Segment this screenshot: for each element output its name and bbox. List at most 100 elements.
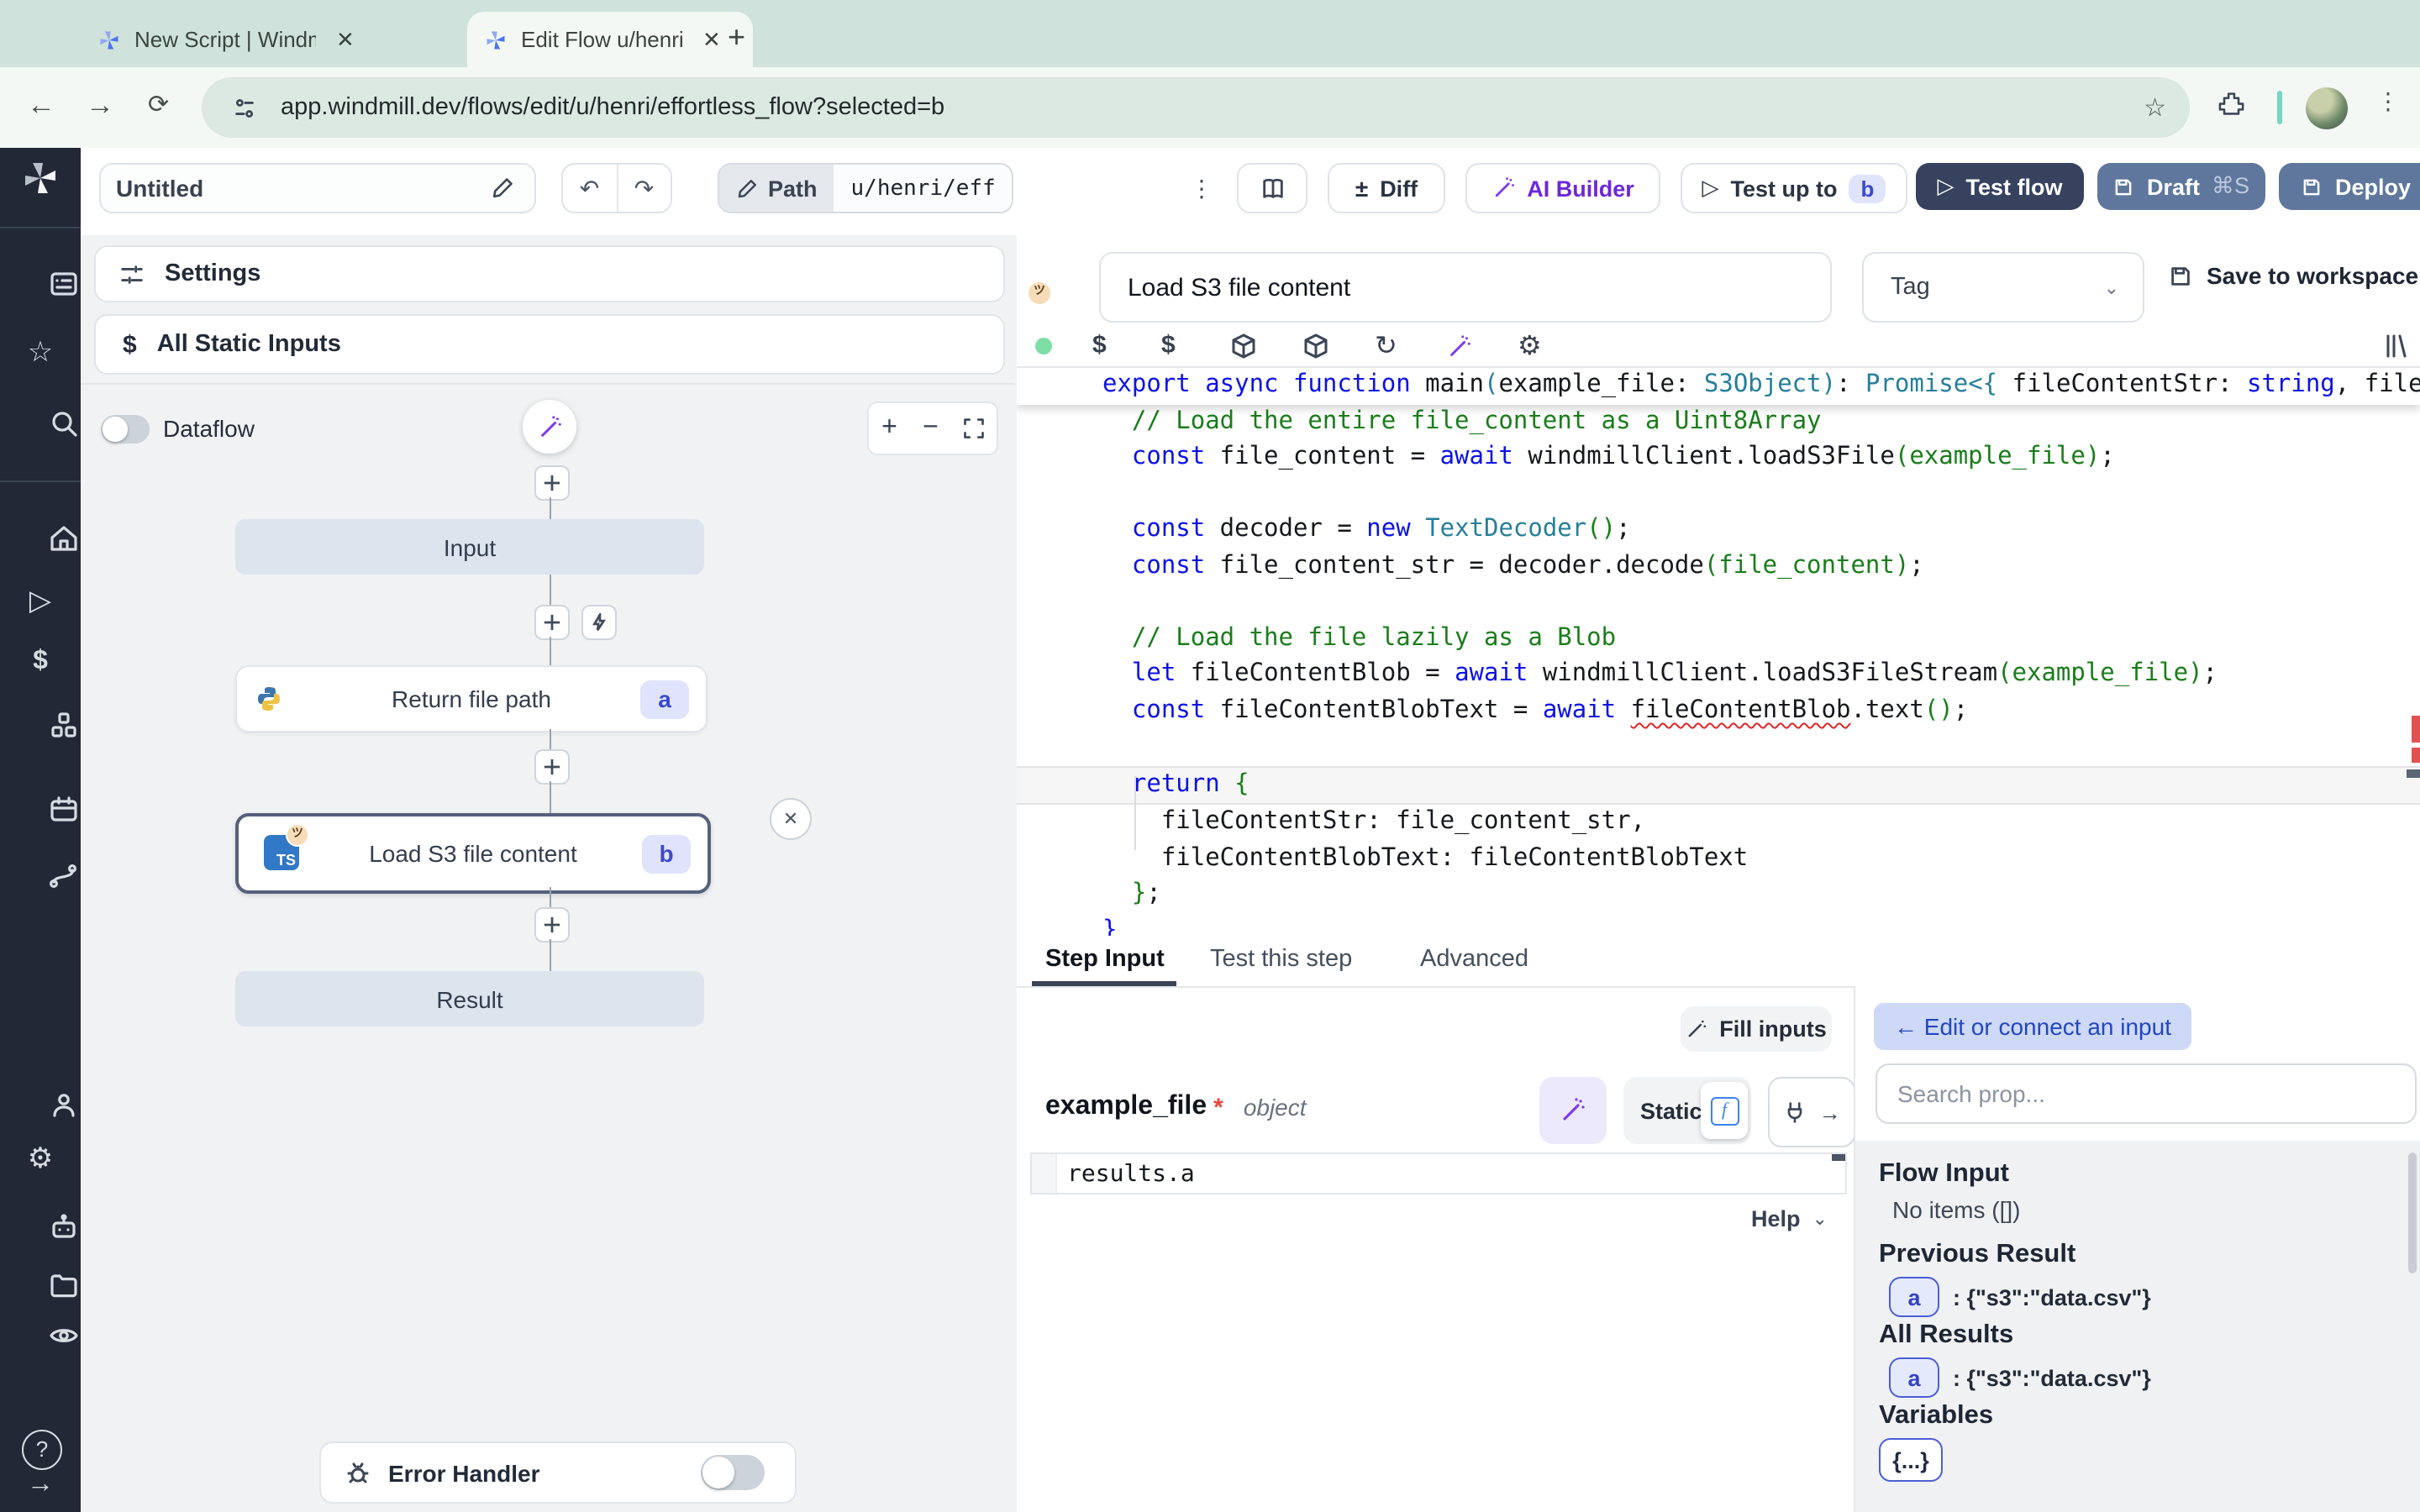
tab-test-this-step[interactable]: Test this step — [1210, 946, 1352, 973]
remove-step-button[interactable]: ✕ — [770, 798, 812, 840]
back-button[interactable]: ← — [27, 89, 55, 123]
zoom-out-button[interactable]: − — [910, 413, 951, 444]
tab-close-icon[interactable]: ✕ — [336, 26, 355, 53]
panel-scrollbar[interactable] — [2408, 1152, 2417, 1273]
fill-inputs-button[interactable]: Fill inputs — [1681, 1006, 1832, 1052]
add-step-button[interactable] — [534, 907, 570, 942]
more-options-icon[interactable]: ⋮ — [1190, 175, 1213, 203]
fit-view-icon[interactable] — [961, 417, 986, 440]
profile-avatar[interactable] — [2306, 87, 2348, 129]
redo-button[interactable]: ↷ — [618, 174, 671, 202]
plus-minus-icon: ± — [1355, 175, 1368, 202]
draft-button[interactable]: Draft ⌘S — [2097, 163, 2265, 210]
static-toggle-group[interactable]: Static f — [1623, 1077, 1751, 1144]
undo-button[interactable]: ↶ — [563, 174, 616, 202]
add-variable-icon[interactable]: $ — [1092, 331, 1107, 360]
tab-title: New Script | Windmill — [134, 27, 316, 52]
bookmark-star-icon[interactable]: ☆ — [2144, 92, 2166, 123]
dataflow-toggle[interactable] — [101, 415, 150, 444]
save-to-workspace-button[interactable]: Save to workspace — [2168, 262, 2418, 289]
flow-settings-button[interactable]: Settings — [94, 245, 1005, 302]
browser-tab-active[interactable]: Edit Flow u/henri/effortless_fl ✕ — [467, 12, 753, 67]
package-icon[interactable] — [1230, 333, 1257, 360]
edit-pencil-icon[interactable] — [491, 176, 514, 200]
all-results-badge[interactable]: a — [1889, 1357, 1939, 1398]
ai-wand-icon[interactable] — [1447, 334, 1472, 360]
javascript-mode-button[interactable]: f — [1701, 1082, 1748, 1139]
add-resource-dollar-icon[interactable]: $ — [1161, 331, 1176, 360]
previous-result-badge[interactable]: a — [1889, 1277, 1939, 1317]
flow-ai-button[interactable] — [523, 400, 576, 454]
rail-divider — [0, 480, 81, 482]
add-step-button[interactable] — [534, 749, 570, 785]
forward-button[interactable]: → — [86, 89, 114, 123]
draft-label: Draft — [2147, 174, 2200, 199]
ai-builder-button[interactable]: AI Builder — [1465, 163, 1660, 213]
edit-or-connect-button[interactable]: ← Edit or connect an input — [1874, 1003, 2191, 1050]
all-static-inputs-button[interactable]: $ All Static Inputs — [94, 314, 1005, 375]
code-editor[interactable]: export async function main(example_file:… — [1017, 368, 2420, 936]
flow-input-node[interactable]: Input — [235, 519, 704, 575]
new-tab-button[interactable]: + — [728, 20, 745, 55]
zoom-in-button[interactable]: + — [869, 413, 910, 444]
flow-step-b-node-selected[interactable]: TSツ Load S3 file content b — [235, 813, 711, 894]
package-icon[interactable] — [1302, 333, 1329, 360]
add-step-button[interactable] — [534, 605, 570, 640]
reload-button[interactable]: ⟳ — [148, 89, 169, 119]
error-handler-card[interactable]: Error Handler — [319, 1441, 797, 1504]
help-toggle[interactable]: Help ⌄ — [1751, 1206, 1828, 1231]
step-title-input[interactable]: Load S3 file content — [1099, 252, 1832, 323]
docs-button[interactable] — [1237, 163, 1307, 213]
connect-input-group[interactable]: → — [1768, 1077, 1855, 1147]
flow-result-node[interactable]: Result — [235, 971, 704, 1026]
help-icon[interactable]: ? — [22, 1430, 62, 1470]
expression-text: results.a — [1067, 1160, 1195, 1187]
input-ai-button[interactable] — [1539, 1077, 1607, 1144]
deploy-button[interactable]: Deploy — [2279, 163, 2420, 210]
code-line: // Load the file lazily as a Blob — [1017, 621, 2420, 657]
diff-label: Diff — [1380, 176, 1418, 201]
tab-advanced[interactable]: Advanced — [1420, 946, 1528, 973]
address-bar[interactable]: app.windmill.dev/flows/edit/u/henri/effo… — [202, 77, 2190, 138]
test-up-to-button[interactable]: ▷ Test up to b — [1681, 163, 1907, 213]
flow-step-a-node[interactable]: Return file path a — [235, 665, 708, 732]
collapse-arrow-icon[interactable]: → — [0, 1470, 81, 1500]
editor-settings-gear-icon[interactable]: ⚙ — [1518, 329, 1542, 363]
path-label: Path — [768, 176, 818, 201]
scrollbar-thumb[interactable] — [2407, 769, 2420, 778]
previous-result-row[interactable]: a : {"s3":"data.csv"} — [1889, 1277, 2151, 1317]
reset-icon[interactable]: ↻ — [1375, 329, 1397, 363]
flow-name-field[interactable]: Untitled — [99, 163, 536, 213]
all-results-title: All Results — [1879, 1320, 2013, 1351]
add-step-button[interactable] — [534, 465, 570, 501]
diff-button[interactable]: ± Diff — [1328, 163, 1445, 213]
tab-step-input[interactable]: Step Input — [1045, 946, 1165, 973]
tag-select[interactable]: Tag ⌄ — [1862, 252, 2144, 323]
runs-icon[interactable]: ▷ — [0, 585, 81, 618]
path-button[interactable]: Path u/henri/eff — [718, 163, 1014, 213]
browser-menu-icon[interactable]: ⋮ — [2376, 87, 2400, 143]
all-results-row[interactable]: a : {"s3":"data.csv"} — [1889, 1357, 2151, 1398]
windmill-logo[interactable] — [20, 158, 60, 198]
code-line — [1017, 729, 2420, 765]
extensions-icon[interactable] — [2215, 87, 2249, 121]
lightning-icon — [590, 613, 608, 632]
site-settings-icon[interactable] — [232, 95, 257, 120]
error-handler-label: Error Handler — [388, 1459, 540, 1486]
variables-badge[interactable]: {...} — [1879, 1438, 1943, 1482]
arrow-right-icon: → — [1819, 1100, 1841, 1125]
test-up-to-label: Test up to — [1731, 176, 1838, 201]
variables-icon[interactable]: $ — [0, 647, 81, 677]
favorites-star-icon[interactable]: ☆ — [0, 336, 81, 370]
tab-close-icon[interactable]: ✕ — [702, 26, 721, 53]
settings-sliders-icon — [119, 261, 145, 286]
browser-tab-inactive[interactable]: New Script | Windmill ✕ — [81, 12, 383, 67]
library-panel-icon[interactable] — [2383, 333, 2410, 360]
add-trigger-button[interactable] — [581, 605, 617, 640]
settings-gear-icon[interactable]: ⚙ — [0, 1142, 81, 1176]
error-handler-toggle[interactable] — [701, 1455, 765, 1490]
test-flow-button[interactable]: ▷ Test flow — [1916, 163, 2084, 210]
flow-settings-label: Settings — [165, 260, 260, 287]
expression-input[interactable]: results.a — [1030, 1152, 1847, 1194]
search-prop-input[interactable]: Search prop... — [1876, 1063, 2417, 1124]
